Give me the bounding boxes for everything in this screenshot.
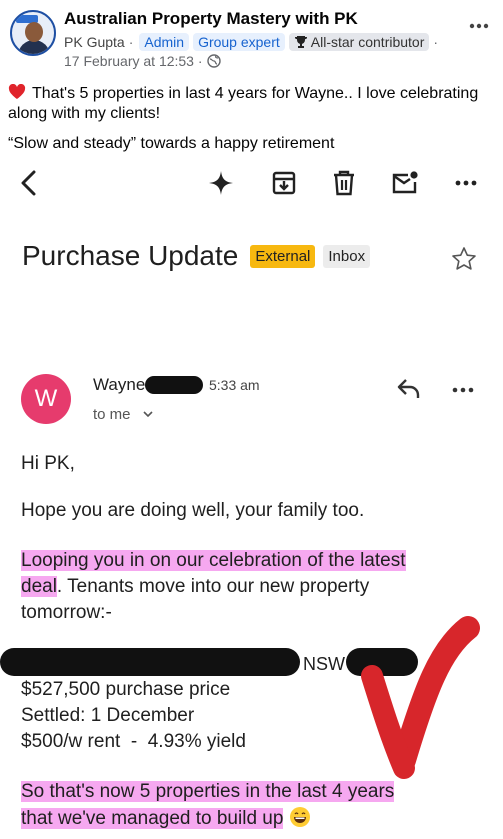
star-button[interactable]: [451, 246, 477, 277]
redaction-postcode: [346, 648, 418, 676]
group-avatar[interactable]: [10, 10, 56, 56]
email-line-2b: deal. Tenants move into our new property: [21, 574, 369, 600]
external-label[interactable]: External: [250, 244, 316, 268]
separator-dot: ·: [128, 34, 134, 50]
closing-line-1: So that's now 5 properties in the last 4…: [21, 779, 395, 805]
highlight-4: that we've managed to build up: [21, 808, 284, 829]
post-line-1: That's 5 properties in last 4 years for …: [8, 85, 479, 122]
sender-avatar[interactable]: W: [21, 374, 71, 424]
chevron-down-icon: [142, 411, 153, 418]
all-star-label: All-star contributor: [310, 34, 425, 50]
post-text: That's 5 properties in last 4 years for …: [8, 84, 500, 164]
email-line-2c: . Tenants move into our new property: [56, 576, 370, 597]
more-actions-button[interactable]: [451, 168, 481, 198]
post-header: Australian Property Mastery with PK PK G…: [0, 0, 503, 69]
email-line-3: tomorrow:-: [21, 602, 112, 623]
email-greeting: Hi PK,: [21, 453, 75, 474]
all-star-badge: All-star contributor: [288, 33, 430, 51]
avatar-body: [18, 40, 50, 54]
highlight-1: Looping you in on our celebration of the…: [21, 550, 406, 571]
mark-unread-button[interactable]: [390, 168, 420, 198]
inbox-label[interactable]: Inbox: [323, 244, 371, 268]
recipient-text: to me: [93, 406, 131, 423]
back-arrow-icon: [21, 170, 36, 196]
highlight-3: So that's now 5 properties in the last 4…: [21, 781, 395, 802]
group-expert-badge: Group expert: [193, 33, 285, 51]
trophy-icon: [294, 36, 307, 48]
heart-icon: [8, 84, 26, 99]
redaction-name: [145, 376, 203, 394]
post-paragraph-1: That's 5 properties in last 4 years for …: [8, 84, 500, 124]
author-name[interactable]: PK Gupta: [64, 34, 125, 50]
email-toolbar: [0, 160, 503, 204]
message-more-button[interactable]: [452, 380, 474, 398]
post-date-text: 17 February at 12:53 ·: [64, 53, 203, 69]
grinning-emoji-icon: [289, 807, 310, 827]
star-icon: [452, 247, 476, 270]
mark-unread-icon: [392, 171, 418, 194]
post-date[interactable]: 17 February at 12:53 ·: [64, 53, 221, 69]
email-line-2: Looping you in on our celebration of the…: [21, 548, 406, 574]
recipient-details[interactable]: to me: [93, 406, 153, 423]
sparkle-icon: [209, 171, 233, 195]
archive-icon: [272, 171, 296, 195]
back-button[interactable]: [14, 168, 44, 198]
admin-badge: Admin: [139, 33, 190, 51]
reply-icon: [397, 379, 420, 398]
email-subject: Purchase Update: [22, 240, 239, 271]
more-icon: [469, 23, 489, 29]
gemini-button[interactable]: [206, 168, 236, 198]
email-time: 5:33 am: [209, 377, 260, 393]
subject-row: Purchase Update External Inbox: [22, 240, 371, 272]
archive-button[interactable]: [269, 168, 299, 198]
trash-icon: [334, 170, 354, 196]
address-state: NSW: [303, 654, 345, 674]
avatar-face: [25, 22, 43, 42]
post-more-button[interactable]: [469, 16, 489, 34]
group-name[interactable]: Australian Property Mastery with PK: [64, 9, 358, 29]
settled-date: Settled: 1 December: [21, 705, 195, 726]
purchase-price: $527,500 purchase price: [21, 679, 231, 700]
globe-icon: [206, 54, 221, 68]
author-meta: PK Gupta · Admin Group expert All-star c…: [64, 33, 442, 51]
post-paragraph-2: “Slow and steady” towards a happy retire…: [8, 135, 335, 152]
redaction-address: [0, 648, 300, 676]
highlight-2: deal: [21, 576, 57, 597]
more-icon: [455, 180, 477, 186]
email-line-1: Hope you are doing well, your family too…: [21, 500, 365, 521]
more-icon: [452, 387, 474, 393]
closing-line-2: that we've managed to build up: [21, 806, 311, 832]
sender-name[interactable]: Wayne: [93, 375, 145, 395]
separator-dot-2: ·: [433, 34, 439, 50]
delete-button[interactable]: [329, 168, 359, 198]
rent-yield: $500/w rent - 4.93% yield: [21, 731, 246, 752]
reply-button[interactable]: [396, 378, 422, 405]
